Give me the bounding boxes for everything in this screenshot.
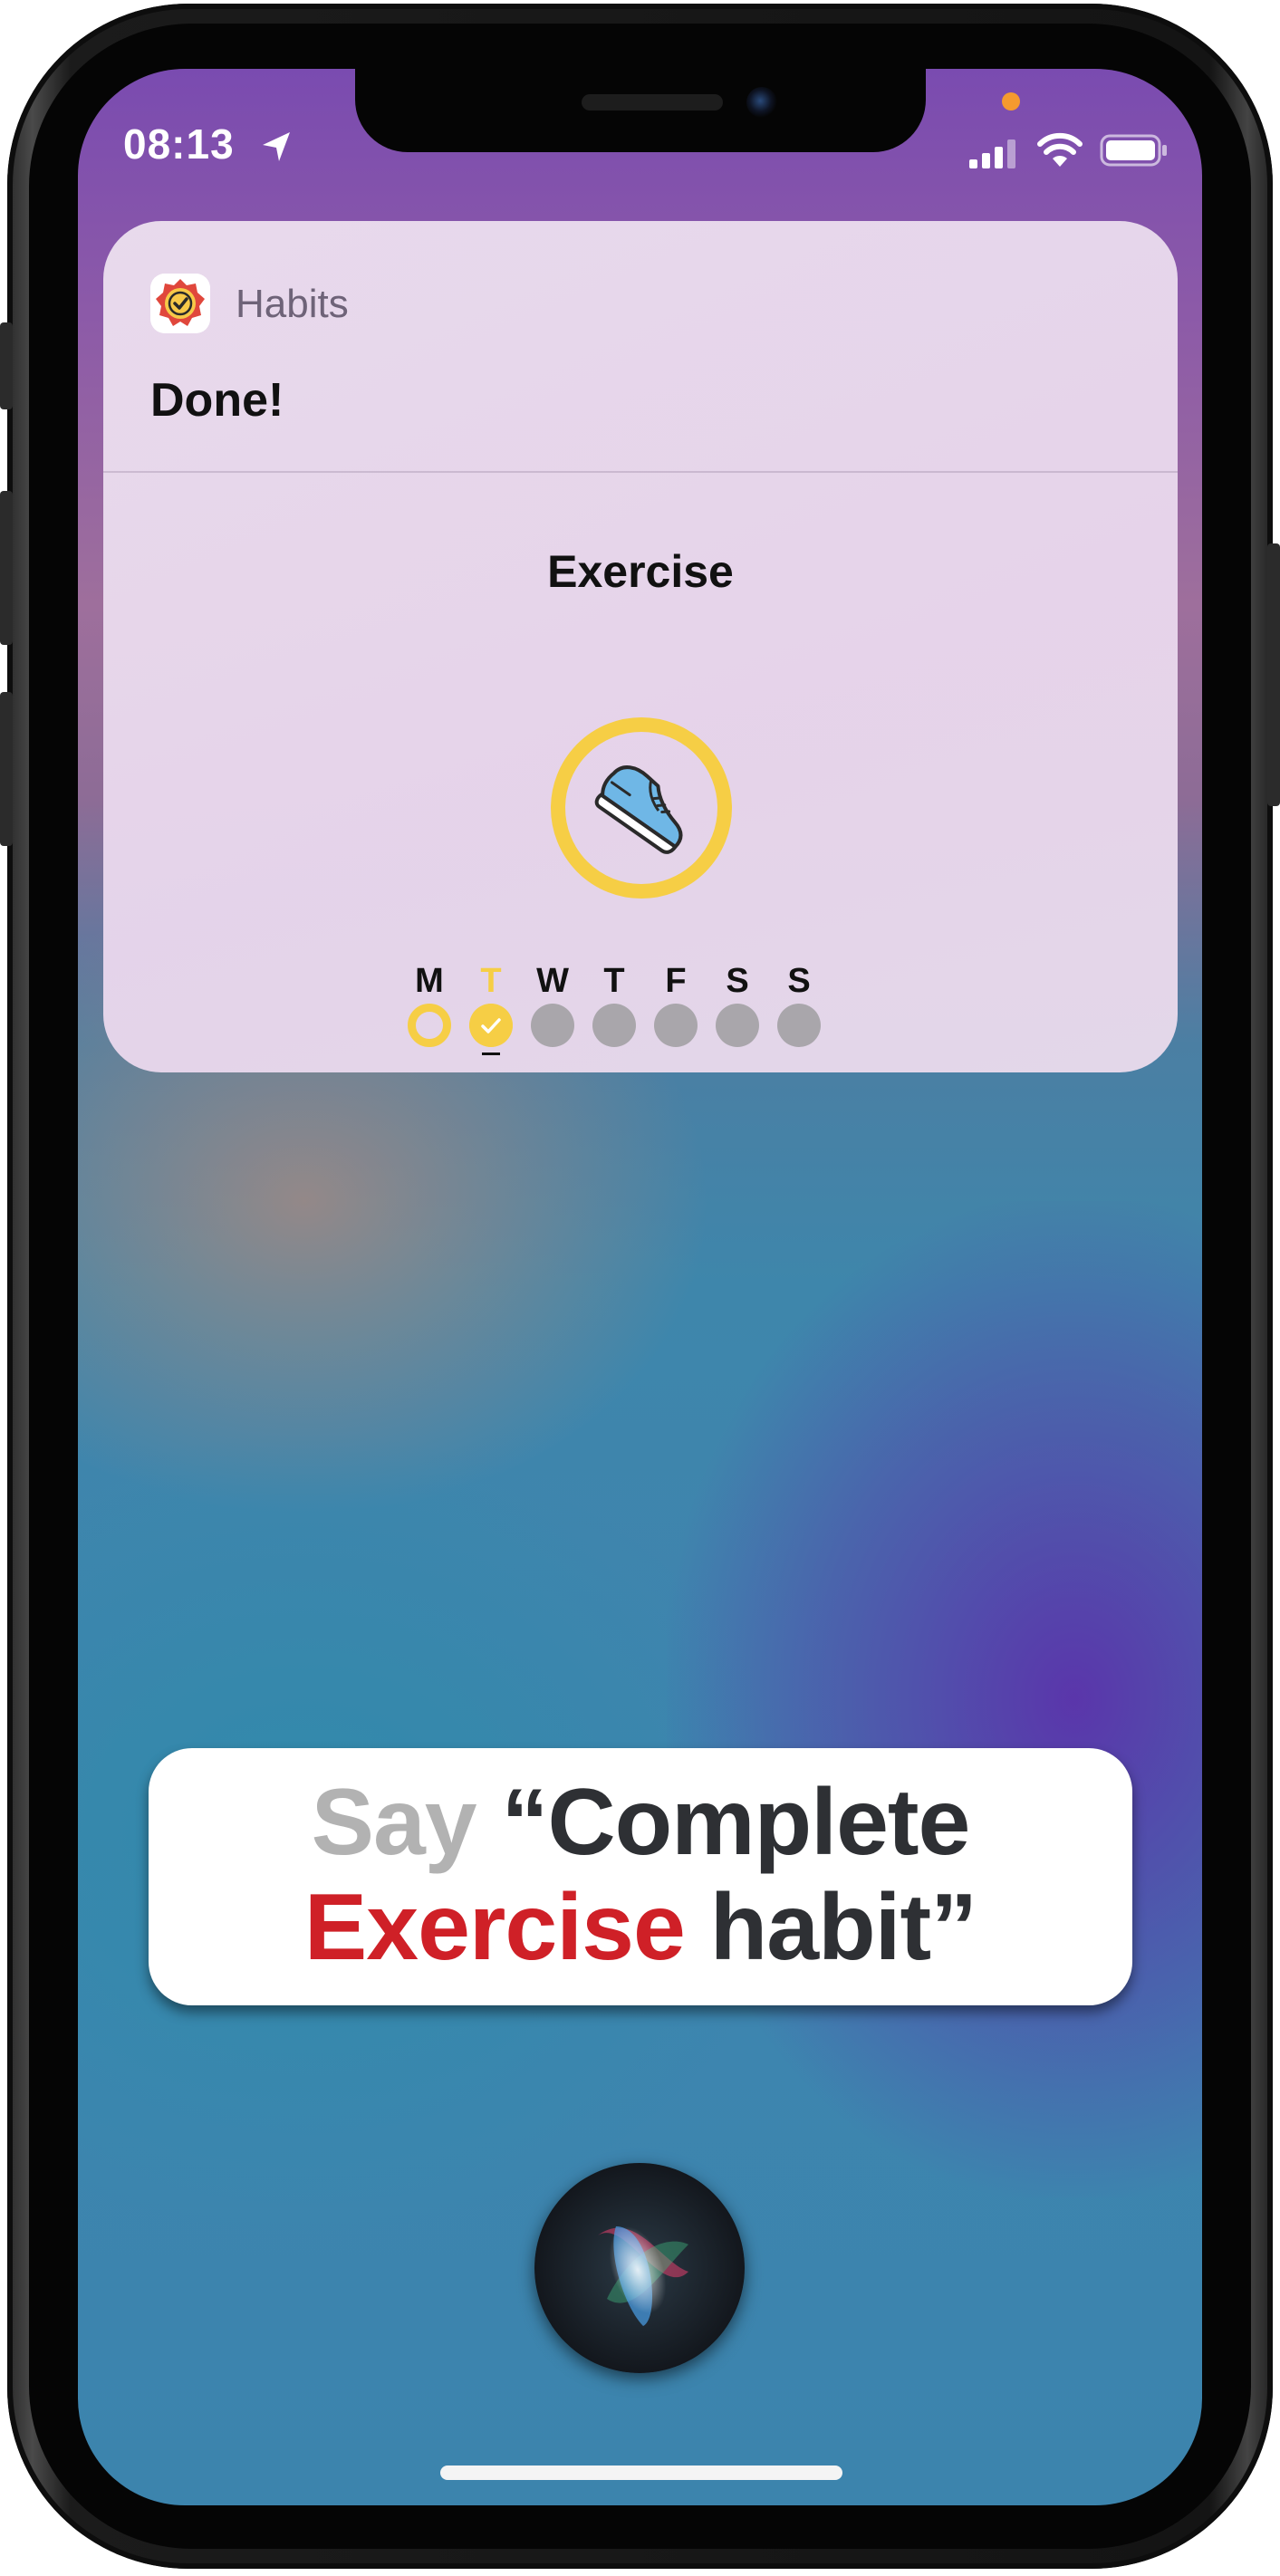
siri-orb-button[interactable] — [534, 2163, 745, 2373]
notch — [355, 69, 926, 152]
week-progress: M T W T F S S — [402, 964, 873, 1072]
siri-result-card[interactable]: Habits Done! Exercise M T W T F S S — [103, 221, 1178, 1072]
day-friday[interactable]: F — [649, 964, 703, 1047]
day-letter: S — [787, 962, 811, 1000]
habit-title: Exercise — [547, 546, 734, 597]
day-status-dot — [777, 1004, 821, 1047]
day-thursday[interactable]: T — [587, 964, 641, 1047]
day-letter: S — [726, 962, 749, 1000]
mute-switch — [0, 322, 13, 409]
sneaker-icon — [594, 765, 683, 854]
status-time: 08:13 — [123, 120, 235, 168]
day-monday[interactable]: M — [402, 964, 457, 1047]
day-status-dot — [716, 1004, 759, 1047]
siri-response-text: Done! — [150, 374, 284, 427]
day-saturday[interactable]: S — [710, 964, 765, 1047]
day-tuesday[interactable]: T — [464, 964, 518, 1055]
volume-up-button — [0, 491, 13, 645]
front-camera — [746, 87, 777, 118]
day-letter: W — [536, 962, 569, 1000]
day-status-dot — [408, 1004, 451, 1047]
power-button — [1267, 543, 1280, 806]
privacy-indicator-dot — [1002, 92, 1020, 111]
habits-app-icon[interactable] — [150, 274, 210, 333]
caption-quote-end: habit” — [709, 1875, 977, 1980]
day-wednesday[interactable]: W — [525, 964, 580, 1047]
cellular-signal-icon — [969, 139, 1015, 168]
location-arrow-icon — [263, 132, 290, 161]
caption-habit-name: Exercise — [303, 1875, 686, 1980]
app-name-label: Habits — [236, 282, 349, 326]
day-status-dot — [531, 1004, 574, 1047]
siri-orb-icon — [598, 2226, 688, 2326]
voice-command-caption: Say “Complete Exercise habit” — [149, 1748, 1132, 2005]
day-letter: M — [415, 962, 444, 1000]
today-marker — [482, 1053, 500, 1055]
earpiece-speaker — [582, 94, 723, 111]
caption-say: Say — [311, 1770, 477, 1875]
phone-screen: 08:13 Habits Done! Exercise M T W T F S … — [78, 69, 1202, 2505]
day-letter: T — [480, 962, 502, 1000]
day-sunday[interactable]: S — [772, 964, 826, 1047]
card-header: Habits Done! — [103, 221, 1178, 473]
wifi-icon — [1037, 132, 1083, 167]
day-letter: T — [603, 962, 625, 1000]
day-status-dot — [654, 1004, 698, 1047]
day-status-dot — [592, 1004, 636, 1047]
home-indicator[interactable] — [440, 2465, 842, 2480]
completed-check-icon — [469, 1004, 513, 1047]
battery-icon — [1100, 134, 1167, 167]
caption-quote-start: “Complete — [501, 1770, 971, 1875]
day-letter: F — [665, 962, 687, 1000]
volume-down-button — [0, 692, 13, 846]
